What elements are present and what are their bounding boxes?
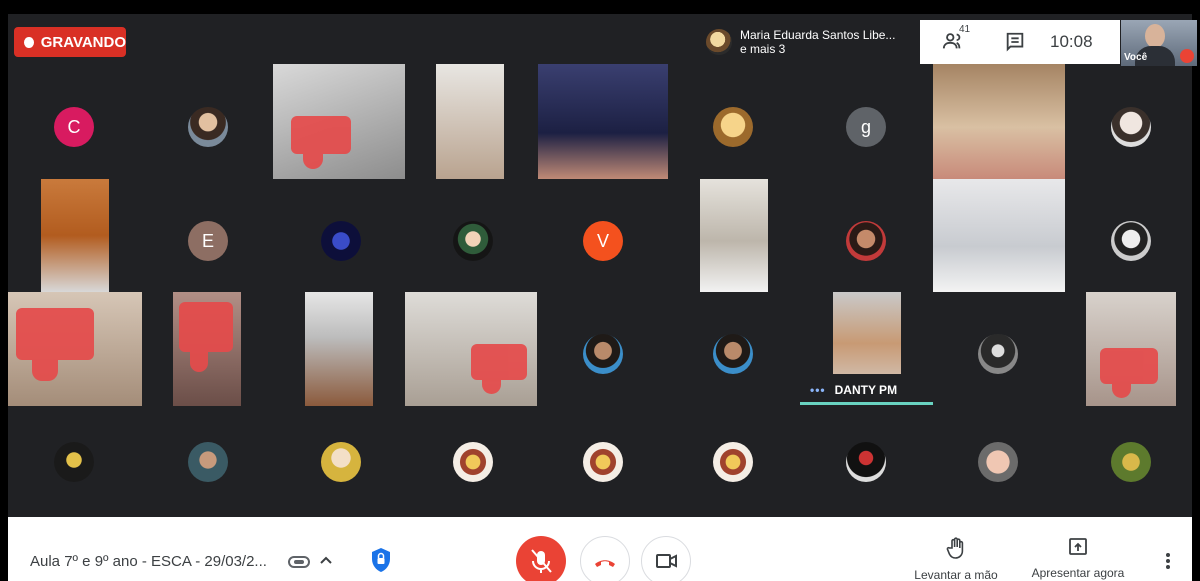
participant-avatar[interactable] [54,442,94,482]
participant-video[interactable] [933,64,1065,179]
participant-avatar-c[interactable]: C [54,107,94,147]
participant-avatar[interactable] [978,442,1018,482]
participant-avatar[interactable] [453,442,493,482]
chat-icon [1006,32,1024,52]
participant-avatar[interactable] [583,334,623,374]
present-now-label: Apresentar agora [1031,566,1125,580]
thumbs-down-reaction [291,116,351,170]
participant-avatar[interactable] [1111,442,1151,482]
participant-grid: C g E V [8,14,1192,517]
end-call-button[interactable] [580,536,630,581]
participant-avatar[interactable] [713,107,753,147]
participant-video[interactable] [41,179,109,292]
present-icon [1069,538,1087,555]
participant-video[interactable] [273,64,405,179]
participant-avatar-e[interactable]: E [188,221,228,261]
participant-avatar[interactable] [978,334,1018,374]
participants-button[interactable]: 41 [942,24,970,54]
meet-window: C g E V ••• DANTY PM GRAVANDO Maria Edua… [0,0,1200,581]
participant-avatar[interactable] [713,442,753,482]
chevron-up-icon [320,556,332,564]
thumbs-down-reaction [471,344,527,395]
mic-off-icon [1180,49,1194,63]
raise-hand-label: Levantar a mão [914,568,998,581]
participant-avatar[interactable] [846,442,886,482]
avatar-letter: E [201,230,214,251]
raise-hand-icon [946,537,964,559]
attachment-button[interactable] [286,549,312,575]
more-icon [1166,553,1170,569]
bottom-toolbar: Aula 7º e 9º ano - ESCA - 29/03/2... Lev… [8,517,1192,581]
details-toggle[interactable] [314,549,338,573]
participant-video[interactable] [933,179,1065,292]
speaker-name: Maria Eduarda Santos Libe... [740,28,896,42]
participant-video[interactable] [436,64,504,179]
security-button[interactable] [368,545,394,575]
thumbs-down-reaction [16,308,94,381]
participant-avatar[interactable] [453,221,493,261]
participant-avatar[interactable] [1111,107,1151,147]
attachment-icon [288,556,310,568]
thumbs-down-reaction [179,302,233,372]
recording-badge[interactable]: GRAVANDO [14,27,126,57]
mic-off-icon [531,549,552,573]
participant-avatar[interactable] [583,442,623,482]
participant-avatar[interactable] [321,221,361,261]
participant-video[interactable] [1086,292,1176,406]
participants-count: 41 [959,24,971,35]
end-call-icon [595,560,615,567]
active-speaker-bar [800,402,933,405]
more-options-button[interactable] [1158,547,1178,575]
participant-avatar[interactable] [188,107,228,147]
current-speakers[interactable]: Maria Eduarda Santos Libe... e mais 3 [700,22,918,62]
present-now-button[interactable]: Apresentar agora [1028,537,1128,580]
participant-video[interactable] [405,292,537,406]
participant-avatar-g[interactable]: g [846,107,886,147]
raise-hand-button[interactable]: Levantar a mão [913,537,999,581]
top-right-toolbar: 41 10:08 [920,20,1120,64]
mic-toggle-button[interactable] [516,536,566,581]
active-speaker-name: DANTY PM [834,383,898,397]
meeting-title[interactable]: Aula 7º e 9º ano - ESCA - 29/03/2... [30,553,267,570]
security-icon [372,548,390,572]
speaker-others: e mais 3 [740,42,786,56]
recording-dot-icon [24,36,34,48]
speaker-avatar [706,29,732,55]
camera-icon [656,554,677,568]
avatar-letter: g [860,116,871,137]
participant-video[interactable] [538,64,668,179]
avatar-letter: V [596,230,609,251]
self-face [1145,24,1165,48]
participant-video[interactable] [700,179,768,292]
camera-toggle-button[interactable] [641,536,691,581]
speaking-indicator-icon: ••• [810,383,826,397]
participant-avatar[interactable] [188,442,228,482]
self-label: Você [1124,52,1148,63]
thumbs-down-reaction [1100,348,1158,399]
clock: 10:08 [1050,32,1093,51]
participant-avatar[interactable] [321,442,361,482]
participant-avatar[interactable] [713,334,753,374]
participant-video[interactable] [173,292,241,406]
participant-avatar[interactable] [846,221,886,261]
participant-video[interactable] [8,292,142,406]
participant-video[interactable] [305,292,373,406]
participant-avatar[interactable] [1111,221,1151,261]
participant-avatar-v[interactable]: V [583,221,623,261]
recording-label: GRAVANDO [40,33,126,51]
chat-button[interactable] [1004,31,1026,53]
avatar-letter: C [67,116,81,137]
self-view[interactable]: Você [1121,20,1197,66]
